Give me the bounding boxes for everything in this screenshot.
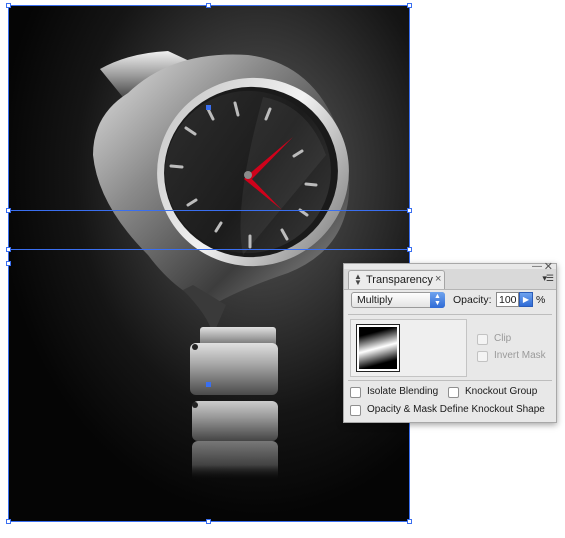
- opacity-popup-button[interactable]: ▶: [519, 292, 533, 307]
- blend-mode-select[interactable]: Multiply ▲ ▼: [351, 292, 445, 308]
- handle-top-center[interactable]: [206, 3, 211, 8]
- tab-transparency[interactable]: ▲ ▼ Transparency ×: [348, 270, 445, 289]
- panel-close-icon[interactable]: ✕: [544, 260, 553, 273]
- blend-mode-value: Multiply: [357, 294, 393, 306]
- hand-pivot: [244, 171, 252, 179]
- panel-minimize-icon[interactable]: —: [532, 261, 542, 272]
- tab-close-icon[interactable]: ×: [435, 273, 441, 285]
- handle-bottom-center[interactable]: [206, 519, 211, 524]
- center-point-upper[interactable]: [206, 105, 211, 110]
- opacity-label: Opacity:: [453, 294, 492, 306]
- center-point-lower[interactable]: [206, 382, 211, 387]
- tab-label: Transparency: [366, 274, 433, 286]
- invert-mask-checkbox[interactable]: [477, 351, 488, 362]
- clip-label: Clip: [494, 333, 512, 344]
- opacity-mask-knockout-label: Opacity & Mask Define Knockout Shape: [367, 404, 545, 415]
- handle-mid-left[interactable]: [6, 261, 11, 266]
- handle-top-right[interactable]: [407, 3, 412, 8]
- handle-bottom-right[interactable]: [407, 519, 412, 524]
- gradient-thumbnail-image: [359, 327, 397, 369]
- handle-guide-right[interactable]: [407, 208, 412, 213]
- handle-bottom-left[interactable]: [6, 519, 11, 524]
- transparency-panel[interactable]: ▲ ▼ Transparency × — ✕ ▾☰ Multiply ▲ ▼ Opa…: [343, 260, 557, 423]
- opacity-input[interactable]: 100: [496, 292, 519, 307]
- invert-mask-label: Invert Mask: [494, 350, 546, 361]
- knockout-group-checkbox[interactable]: [448, 387, 459, 398]
- isolate-blending-checkbox[interactable]: [350, 387, 361, 398]
- knockout-group-label: Knockout Group: [465, 386, 538, 397]
- isolate-blending-label: Isolate Blending: [367, 386, 439, 397]
- select-arrows-icon: ▲ ▼: [430, 292, 445, 308]
- object-thumbnail[interactable]: [356, 324, 400, 372]
- guide-line-lower[interactable]: [8, 249, 409, 250]
- handle-top-left[interactable]: [6, 3, 11, 8]
- opacity-mask-knockout-checkbox[interactable]: [350, 405, 361, 416]
- handle-guide-left[interactable]: [6, 208, 11, 213]
- opacity-unit: %: [536, 294, 546, 306]
- panel-tab-row: ▲ ▼ Transparency ×: [344, 269, 556, 290]
- handle-guide2-right[interactable]: [407, 247, 412, 252]
- divider: [348, 380, 552, 381]
- divider: [348, 314, 552, 315]
- guide-line-upper[interactable]: [8, 210, 409, 211]
- handle-guide2-left[interactable]: [6, 247, 11, 252]
- opacity-mask-area[interactable]: [350, 319, 467, 377]
- tab-collapse-icon[interactable]: ▲ ▼: [354, 273, 362, 287]
- clip-checkbox[interactable]: [477, 334, 488, 345]
- panel-menu-icon[interactable]: ▾☰: [542, 273, 554, 284]
